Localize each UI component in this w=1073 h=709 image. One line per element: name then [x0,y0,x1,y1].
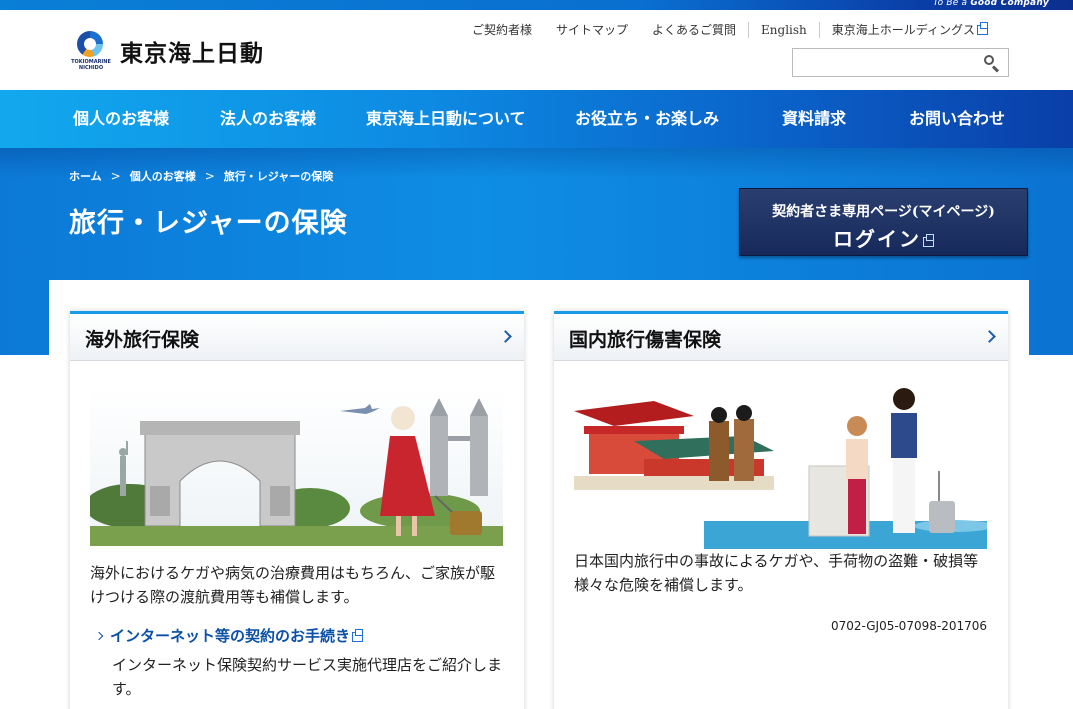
logo-text: 東京海上日動 [120,41,264,67]
gnav-request-docs[interactable]: 資料請求 [782,90,846,148]
util-link-english[interactable]: English [749,23,819,37]
breadcrumb-separator: > [110,169,121,183]
util-link-holdings[interactable]: 東京海上ホールディングス [820,21,1000,38]
card-title: 海外旅行保険 [85,329,200,351]
global-nav: 個人のお客様 法人のお客様 東京海上日動について お役立ち・お楽しみ 資料請求 … [0,90,1073,148]
content-panel: 海外旅行保険 海外におけるケガや病気の治療費用はもちろん、ご家族が駆けつける際の… [49,280,1029,709]
util-link-holdings-label: 東京海上ホールディングス [831,23,975,37]
util-link-faq[interactable]: よくあるご質問 [640,21,748,38]
mypage-login-line2: ログイン [833,227,921,251]
tagline-bold: Good Company [970,0,1049,8]
site-header: TOKIOMARINE NICHIDO 東京海上日動 ご契約者様 サイトマップ … [0,10,1073,90]
internet-contract-link[interactable]: インターネット等の契約のお手続き [94,625,364,646]
gnav-corporate[interactable]: 法人のお客様 [220,90,316,148]
external-link-icon [352,629,364,642]
logo-sub-line2: NICHIDO [78,65,104,71]
card-header[interactable]: 海外旅行保険 [70,311,524,361]
card-header[interactable]: 国内旅行傷害保険 [554,311,1008,361]
card-link-subtext: インターネット保険契約サービス実施代理店をご紹介します。 [112,656,503,698]
chevron-right-icon [983,330,996,343]
card-description: 日本国内旅行中の事故によるケガや、手荷物の盗難・破損等様々な危険を補償します。 [574,552,979,594]
gnav-useful[interactable]: お役立ち・お楽しみ [575,90,719,148]
util-link-sitemap[interactable]: サイトマップ [544,21,640,38]
logo-mark-icon: TOKIOMARINE NICHIDO [70,30,112,72]
card-description: 海外におけるケガや病気の治療費用はもちろん、ご家族が駆けつける際の渡航費用等も補… [90,564,496,606]
search-button[interactable] [982,53,1002,73]
internet-contract-link-label: インターネット等の契約のお手続き [110,627,351,645]
util-link-contractors[interactable]: ご契約者様 [460,21,544,38]
breadcrumb-individual[interactable]: 個人のお客様 [130,168,196,184]
page-title: 旅行・レジャーの保険 [69,208,348,239]
breadcrumb-home[interactable]: ホーム [69,168,102,184]
search-input[interactable] [793,49,973,76]
document-code: 0702-GJ05-07098-201706 [830,619,987,633]
breadcrumb-current: 旅行・レジャーの保険 [223,170,334,183]
gnav-individual[interactable]: 個人のお客様 [73,90,169,148]
breadcrumb-separator: > [204,169,215,183]
top-brand-strip: To Be a Good Company [0,0,1073,10]
gnav-contact[interactable]: お問い合わせ [909,90,1005,148]
utility-nav: ご契約者様 サイトマップ よくあるご質問 English 東京海上ホールディング… [460,21,1000,38]
search-box [792,48,1009,77]
tagline: To Be a Good Company [933,0,1049,8]
card-domestic-travel: 国内旅行傷害保険 日本国内旅行中の事故によるケガや、手荷物の盗難・破損等様々な危… [554,311,1008,709]
chevron-right-icon [94,631,104,641]
mypage-login-button[interactable]: 契約者さま専用ページ(マイページ) ログイン [739,188,1028,256]
mypage-login-line1: 契約者さま専用ページ(マイページ) [772,204,995,220]
site-logo[interactable]: TOKIOMARINE NICHIDO 東京海上日動 [70,30,264,72]
card-overseas-travel: 海外旅行保険 海外におけるケガや病気の治療費用はもちろん、ご家族が駆けつける際の… [70,311,524,709]
domestic-travel-image [574,381,987,549]
breadcrumb: ホーム > 個人のお客様 > 旅行・レジャーの保険 [69,168,333,184]
external-link-icon [976,22,988,35]
card-title: 国内旅行傷害保険 [569,329,722,351]
gnav-about[interactable]: 東京海上日動について [366,90,526,148]
overseas-travel-image [90,386,503,546]
external-link-icon [923,234,934,247]
tagline-prefix: To Be a [933,0,968,8]
chevron-right-icon [499,330,512,343]
